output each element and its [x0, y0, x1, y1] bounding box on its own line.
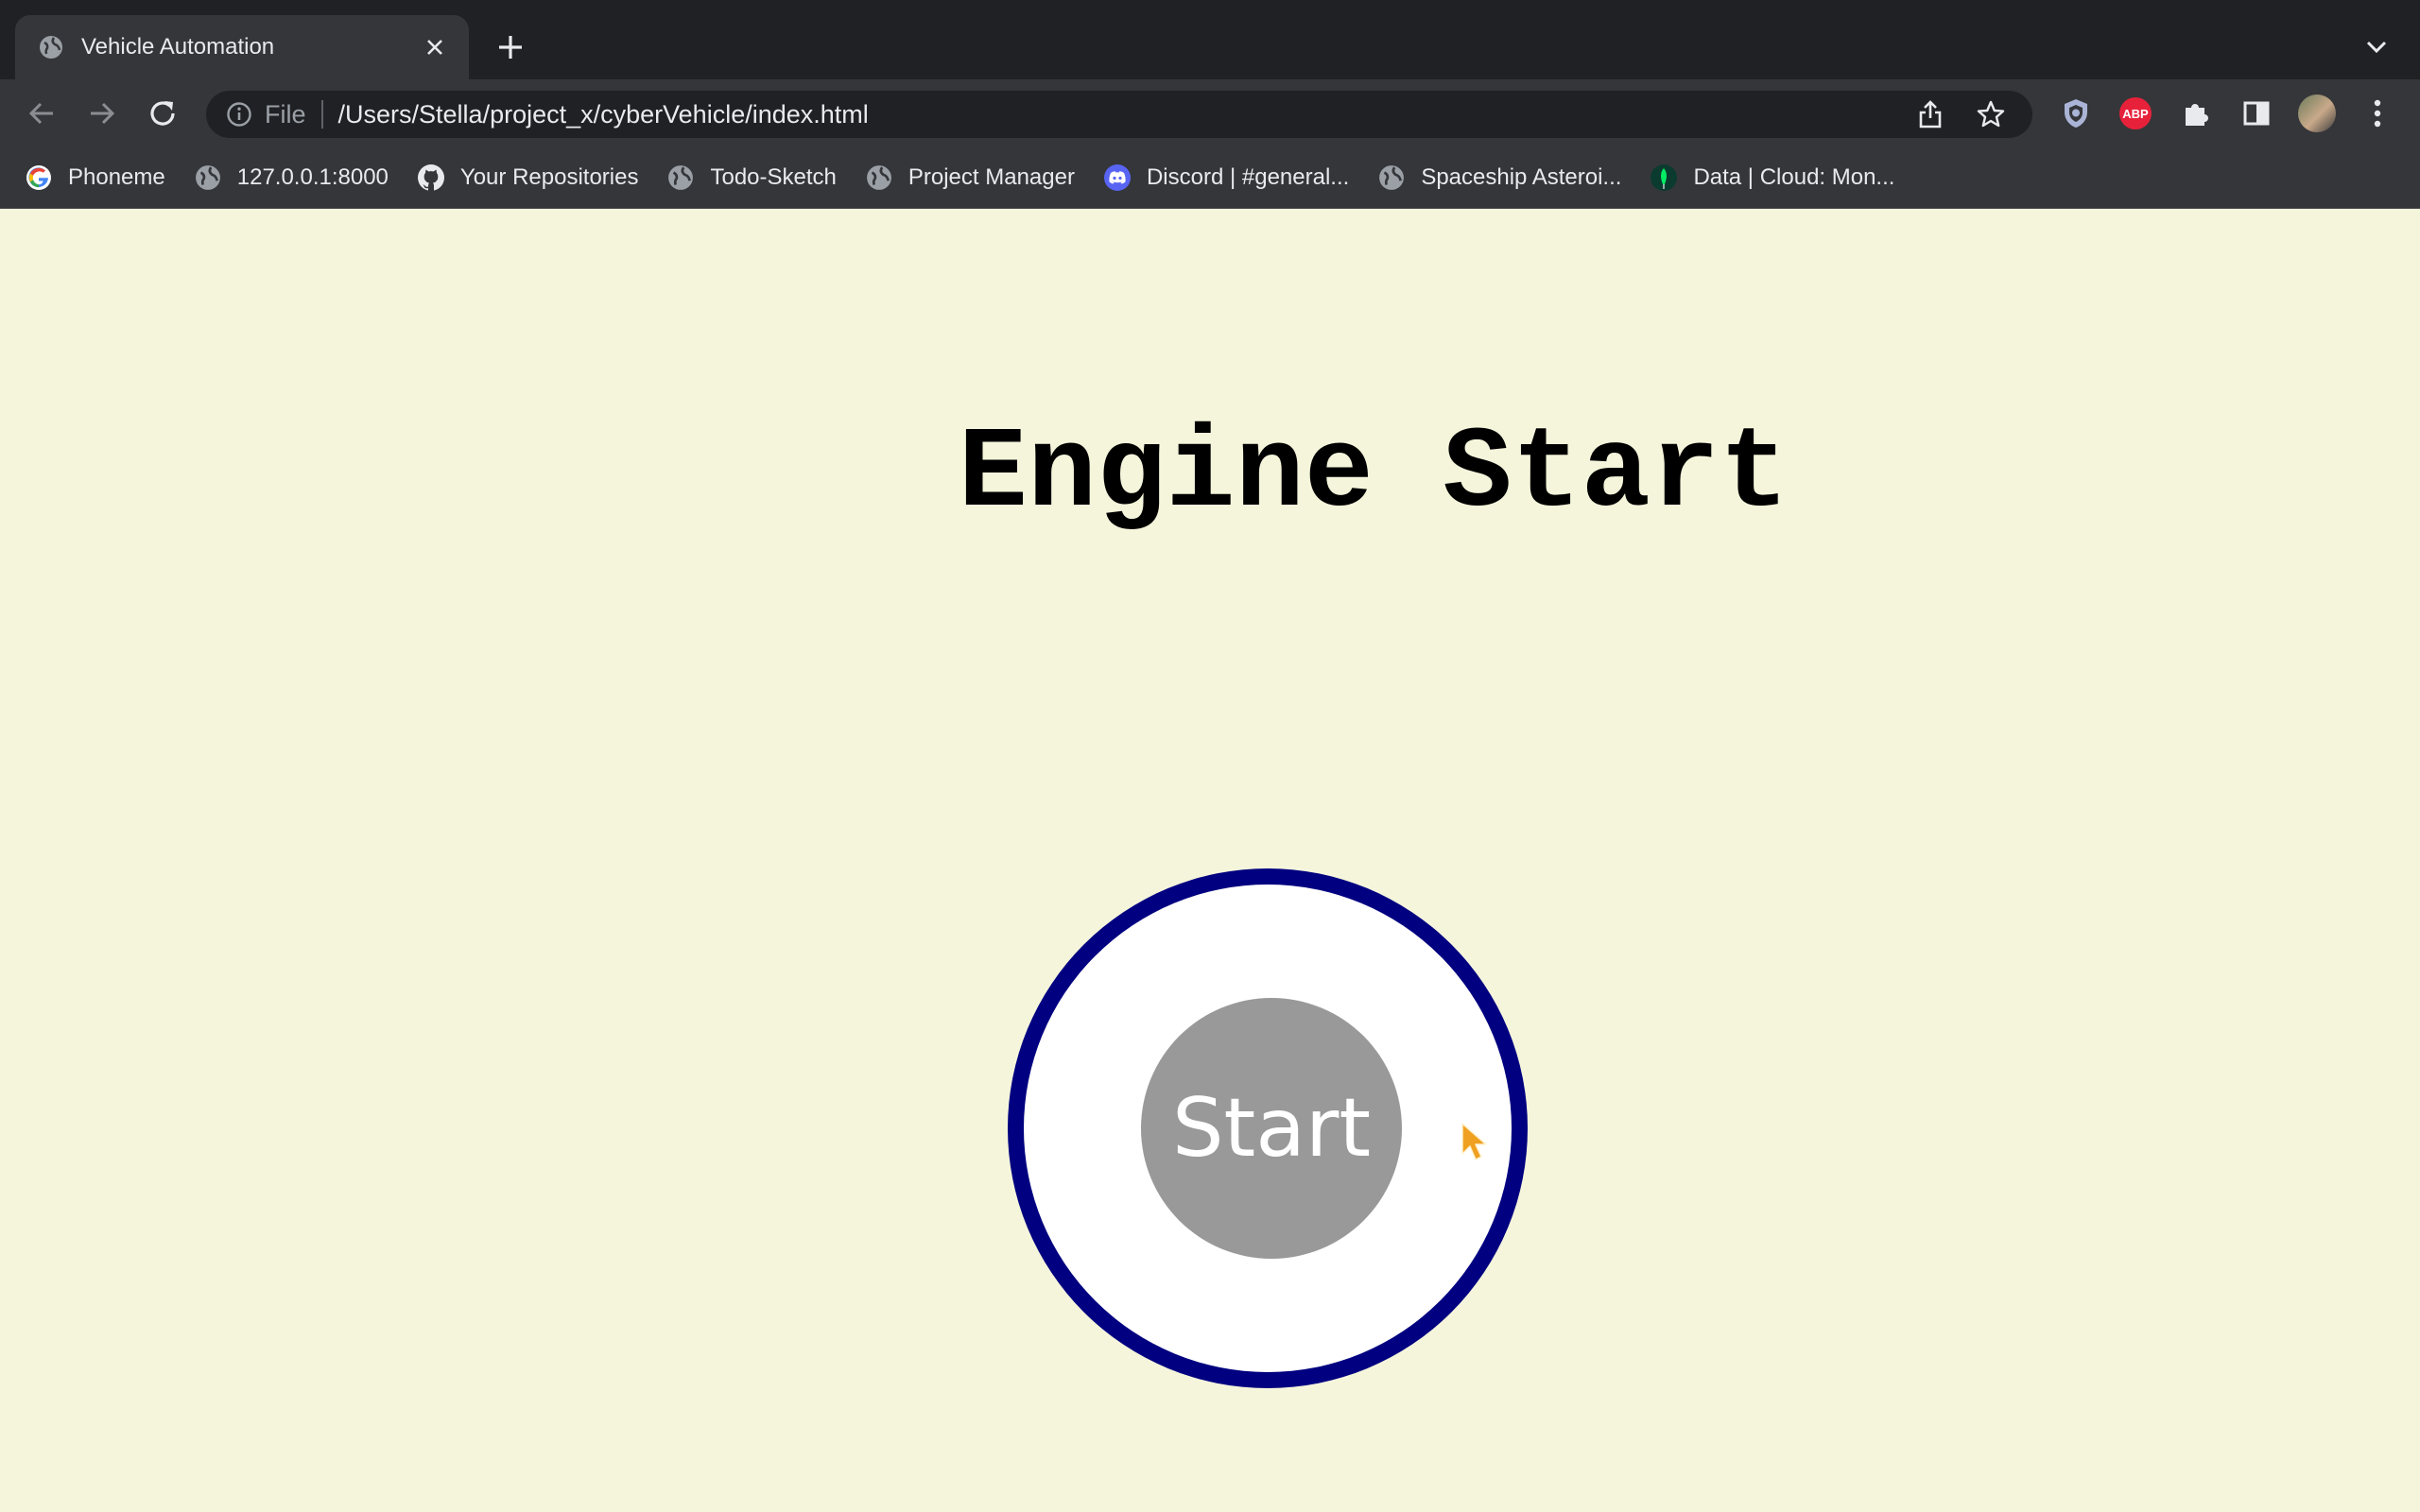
- divider: [320, 100, 323, 129]
- info-icon[interactable]: [225, 100, 253, 129]
- adblock-extension-icon[interactable]: ABP: [2117, 94, 2154, 132]
- tab-vehicle-automation[interactable]: Vehicle Automation: [15, 15, 469, 79]
- start-ring: Start: [1008, 868, 1528, 1388]
- forward-button[interactable]: [81, 93, 123, 134]
- globe-icon: [1377, 163, 1406, 192]
- bookmark-phoneme[interactable]: Phoneme: [25, 157, 165, 198]
- bookmark-label: 127.0.0.1:8000: [236, 164, 389, 190]
- bookmark-discord[interactable]: Discord | #general...: [1103, 157, 1349, 198]
- bookmark-spaceship-asteroids[interactable]: Spaceship Asteroi...: [1377, 157, 1621, 198]
- new-tab-button[interactable]: [492, 28, 529, 66]
- profile-avatar[interactable]: [2298, 94, 2336, 132]
- google-icon: [25, 163, 53, 192]
- tab-search-button[interactable]: [2358, 28, 2395, 66]
- start-button[interactable]: Start: [1141, 998, 1402, 1259]
- bookmark-project-manager[interactable]: Project Manager: [865, 157, 1075, 198]
- menu-button[interactable]: [2359, 94, 2396, 132]
- reload-button[interactable]: [142, 93, 183, 134]
- start-ring-inner: Start: [1024, 885, 1512, 1372]
- close-icon[interactable]: [422, 34, 448, 60]
- star-icon[interactable]: [1972, 95, 2010, 133]
- bookmark-todo-sketch[interactable]: Todo-Sketch: [666, 157, 837, 198]
- mouse-pointer-icon: [1461, 1123, 1487, 1160]
- bookmark-label: Spaceship Asteroi...: [1421, 164, 1622, 190]
- address-bar[interactable]: File /Users/Stella/project_x/cyberVehicl…: [206, 91, 2032, 138]
- share-icon[interactable]: [1911, 95, 1949, 133]
- bookmark-localhost[interactable]: 127.0.0.1:8000: [194, 157, 389, 198]
- plus-icon: [499, 36, 522, 59]
- bookmark-label: Phoneme: [68, 164, 165, 190]
- bookmarks-bar: Phoneme 127.0.0.1:8000 Your Repositories…: [0, 147, 2420, 209]
- globe-icon: [38, 34, 64, 60]
- page-content: Engine Start Start: [0, 210, 2420, 1512]
- arrow-left-icon: [28, 102, 53, 125]
- bookmark-label: Your Repositories: [459, 164, 639, 190]
- bookmark-label: Project Manager: [908, 164, 1075, 190]
- more-vertical-icon: [2374, 99, 2381, 128]
- bookmark-data-cloud[interactable]: Data | Cloud: Mon...: [1650, 157, 1894, 198]
- chevron-down-icon: [2366, 41, 2387, 54]
- bookmark-label: Discord | #general...: [1146, 164, 1350, 190]
- reload-icon: [150, 101, 175, 126]
- page-title: Engine Start: [958, 408, 1789, 540]
- tab-strip: Vehicle Automation: [0, 0, 2420, 79]
- github-icon: [417, 163, 445, 192]
- globe-icon: [865, 163, 893, 192]
- back-button[interactable]: [21, 93, 62, 134]
- bookmark-label: Todo-Sketch: [710, 164, 837, 190]
- puzzle-icon[interactable]: [2177, 94, 2215, 132]
- mongodb-leaf-icon: [1650, 163, 1678, 192]
- discord-icon: [1103, 163, 1132, 192]
- browser-chrome: Vehicle Automation File /Users/Stella/pr…: [0, 0, 2420, 209]
- globe-icon: [194, 163, 222, 192]
- bookmark-your-repositories[interactable]: Your Repositories: [417, 157, 639, 198]
- globe-icon: [666, 163, 695, 192]
- side-panel-icon[interactable]: [2238, 94, 2275, 132]
- toolbar: File /Users/Stella/project_x/cyberVehicl…: [0, 79, 2420, 147]
- url-text[interactable]: /Users/Stella/project_x/cyberVehicle/ind…: [338, 100, 1911, 129]
- arrow-right-icon: [91, 102, 115, 125]
- url-scheme-label: File: [265, 99, 306, 129]
- bookmark-label: Data | Cloud: Mon...: [1693, 164, 1895, 190]
- tab-title: Vehicle Automation: [81, 34, 275, 60]
- avatar: [2298, 94, 2336, 132]
- shield-extension-icon[interactable]: [2057, 94, 2095, 132]
